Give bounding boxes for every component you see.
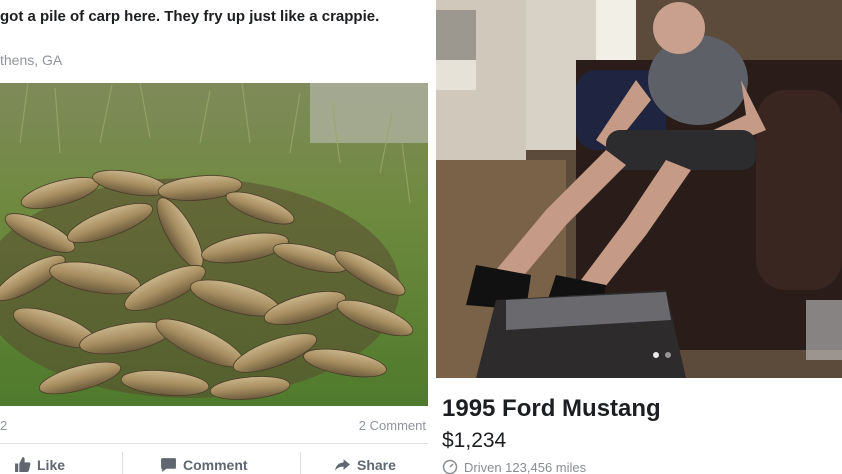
share-button[interactable]: Share	[334, 456, 396, 473]
carousel-dot[interactable]	[665, 352, 671, 358]
speedometer-icon	[442, 459, 458, 474]
post-actions-bar: Like Comment Share	[0, 443, 428, 474]
comment-button[interactable]: Comment	[160, 456, 248, 473]
listing-title[interactable]: 1995 Ford Mustang	[442, 395, 661, 423]
share-label: Share	[357, 456, 396, 473]
carousel-indicator[interactable]	[653, 352, 671, 358]
like-button[interactable]: Like	[14, 456, 65, 473]
carousel-dot[interactable]	[653, 352, 659, 358]
listing-driven: Driven 123,456 miles	[464, 459, 587, 474]
likes-count[interactable]: 2	[0, 418, 7, 433]
post-location[interactable]: thens, GA	[0, 52, 62, 68]
listing-mileage: Driven 123,456 miles	[442, 459, 586, 474]
like-label: Like	[37, 456, 66, 473]
carp-pile-photo[interactable]	[0, 83, 428, 406]
post-stats: 2 2 Comment	[0, 418, 428, 436]
thumbs-up-icon	[15, 457, 31, 472]
action-divider	[122, 452, 123, 474]
post-text: got a pile of carp here. They fry up jus…	[0, 8, 380, 25]
listing-price: $1,234	[442, 429, 507, 452]
share-icon	[335, 459, 350, 471]
comment-icon	[161, 458, 176, 472]
comments-count[interactable]: 2 Comment	[359, 418, 426, 433]
facebook-post: got a pile of carp here. They fry up jus…	[0, 0, 432, 474]
listing-photo[interactable]	[436, 0, 842, 378]
marketplace-listing: 1995 Ford Mustang $1,234 Driven 123,456 …	[436, 0, 842, 474]
action-divider	[300, 452, 301, 474]
comment-label: Comment	[183, 456, 248, 473]
